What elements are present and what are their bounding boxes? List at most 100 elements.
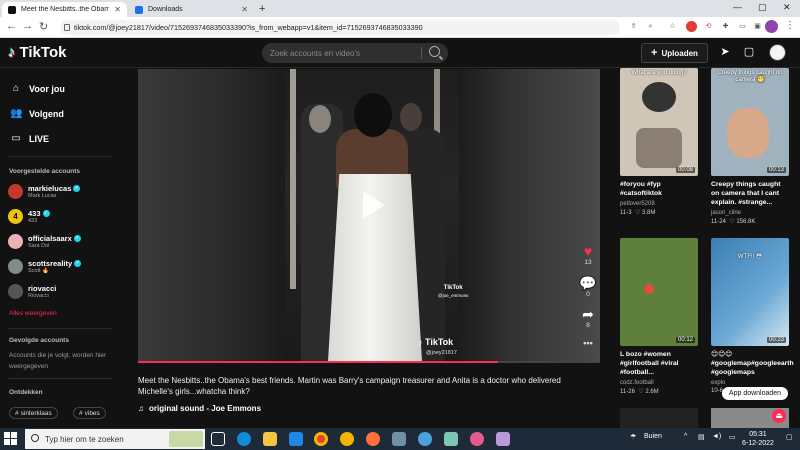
tag-vibes[interactable]: # vibes bbox=[73, 407, 106, 419]
tag-sinterklaas[interactable]: # sinterklaas bbox=[9, 407, 58, 419]
nav-for-you[interactable]: ⌂ Voor jou bbox=[10, 83, 65, 94]
share-arrow-icon: ➦ bbox=[582, 306, 594, 322]
network-icon[interactable]: ▤ bbox=[698, 433, 705, 441]
chrome-icon[interactable] bbox=[314, 432, 328, 446]
app-icon[interactable] bbox=[470, 432, 484, 446]
see-all-link[interactable]: Alles weergeven bbox=[9, 310, 57, 317]
avatar bbox=[8, 284, 23, 299]
search-input[interactable]: Zoek accounts en video's bbox=[262, 43, 448, 63]
file-explorer-icon[interactable] bbox=[263, 432, 277, 446]
upload-button[interactable]: + Uploaden bbox=[641, 43, 708, 63]
weather-label[interactable]: Buien bbox=[644, 433, 662, 440]
comment-button[interactable]: 💬 0 bbox=[578, 275, 598, 298]
account-item[interactable]: scottsreality ✓ Scott 🔥 bbox=[8, 259, 82, 274]
bookmark-star-icon[interactable]: ☆ bbox=[667, 21, 678, 32]
account-item[interactable]: markielucas ✓ Mark Lucas bbox=[8, 184, 81, 199]
split-view-icon[interactable]: ▭ bbox=[737, 21, 748, 32]
mail-icon[interactable] bbox=[289, 432, 303, 446]
app-icon[interactable] bbox=[392, 432, 406, 446]
browser-menu-icon[interactable]: ⋮ bbox=[785, 20, 795, 31]
close-tab-icon[interactable]: ✕ bbox=[114, 5, 121, 14]
share-icon[interactable]: ⇪ bbox=[628, 21, 639, 32]
reload-icon[interactable]: ↻ bbox=[39, 20, 48, 33]
related-video-card[interactable]: Creepy things caught on camera 😬 00:13 C… bbox=[711, 68, 789, 225]
puzzle-icon[interactable]: ✚ bbox=[720, 21, 731, 32]
account-item[interactable]: riovacci Riovacci bbox=[8, 284, 56, 299]
app-icon[interactable] bbox=[444, 432, 458, 446]
account-item[interactable]: 4 433 ✓ 433 bbox=[8, 209, 50, 224]
minimize-button[interactable]: — bbox=[733, 2, 742, 12]
video-blur-left bbox=[138, 69, 288, 361]
video-caption: Meet the Nesbitts..the Obama's best frie… bbox=[138, 376, 561, 396]
followed-accounts-text: Accounts die je volgt, worden hier weerg… bbox=[9, 352, 107, 370]
app-icon[interactable] bbox=[496, 432, 510, 446]
back-icon[interactable]: ← bbox=[6, 20, 17, 32]
app-icon[interactable] bbox=[340, 432, 354, 446]
search-icon bbox=[31, 434, 39, 442]
close-tab-icon[interactable]: ✕ bbox=[241, 5, 248, 14]
tiktok-header: ♪ TikTok Zoek accounts en video's + Uplo… bbox=[0, 38, 800, 68]
video-progress-bar[interactable] bbox=[138, 361, 600, 363]
person-center-head bbox=[354, 93, 392, 137]
browser-tab-strip: Meet the Nesbitts..the Obama's b ✕ Downl… bbox=[0, 0, 800, 17]
forward-icon[interactable]: → bbox=[22, 20, 33, 32]
nav-live[interactable]: ▭ LIVE bbox=[10, 133, 49, 144]
watermark-user: @joey21817 bbox=[426, 350, 457, 356]
related-video-card[interactable]: WTF!! 😳 00:23 😊😊😊 #googlemap#googleearth… bbox=[711, 238, 794, 394]
messages-send-icon[interactable]: ➤ bbox=[718, 45, 732, 59]
account-item[interactable]: officialsaarx ✓ Sara Dol bbox=[8, 234, 81, 249]
like-button[interactable]: ♥ 13 bbox=[578, 243, 598, 266]
door-frame bbox=[290, 69, 296, 289]
share-button[interactable]: ➦ 8 bbox=[578, 306, 598, 329]
sound-link[interactable]: ♫ original sound - Joe Emmons bbox=[138, 404, 261, 413]
browser-tab-downloads[interactable]: Downloads ✕ bbox=[129, 2, 254, 17]
related-video-card[interactable]: 00:12 L bozo #women #girlfootball #viral… bbox=[620, 238, 698, 395]
task-view-icon[interactable] bbox=[211, 432, 225, 446]
verified-icon: ✓ bbox=[73, 235, 81, 242]
more-button[interactable]: ••• bbox=[578, 338, 598, 348]
taskbar-search-input[interactable]: Typ hier om te zoeken bbox=[25, 429, 205, 449]
extension-red-icon[interactable] bbox=[686, 21, 697, 32]
notifications-icon[interactable]: ▢ bbox=[786, 433, 793, 441]
download-app-button[interactable]: App downloaden bbox=[722, 387, 788, 400]
nav-following[interactable]: 👥 Volgend bbox=[10, 108, 64, 119]
related-video-card[interactable]: What are you doing? 00:08 #foryou #fyp #… bbox=[620, 68, 698, 216]
windows-start-icon[interactable] bbox=[4, 432, 18, 446]
tiktok-logo[interactable]: ♪ TikTok bbox=[8, 44, 66, 61]
user-avatar[interactable] bbox=[769, 44, 786, 61]
app-icon[interactable] bbox=[418, 432, 432, 446]
tray-chevron-icon[interactable]: ^ bbox=[684, 433, 687, 440]
clock[interactable]: 05:31 6-12-2022 bbox=[742, 430, 774, 448]
download-icon bbox=[135, 5, 143, 14]
weather-icon[interactable]: ☂ bbox=[630, 433, 636, 441]
extension-icon[interactable]: ⟲ bbox=[703, 21, 714, 32]
hashtag-icon: # bbox=[79, 409, 83, 417]
video-thumbnail: WTF!! 😳 00:23 bbox=[711, 238, 789, 346]
related-video-thumbnail-partial[interactable] bbox=[620, 408, 698, 428]
avatar bbox=[8, 184, 23, 199]
video-player[interactable]: TikTok @joe_emmons ♪ TikTok @joey21817 bbox=[138, 69, 600, 361]
inbox-icon[interactable]: ▢ bbox=[742, 45, 756, 59]
new-tab-button[interactable]: + bbox=[259, 3, 265, 15]
edge-icon[interactable] bbox=[237, 432, 251, 446]
battery-icon[interactable]: ▭ bbox=[729, 433, 736, 441]
address-bar[interactable]: tiktok.com/@joey21817/video/715269374683… bbox=[60, 20, 620, 35]
firefox-icon[interactable] bbox=[366, 432, 380, 446]
tiktok-note-icon: ♪ bbox=[8, 44, 16, 61]
profile-avatar[interactable] bbox=[765, 20, 778, 33]
close-window-button[interactable]: ✕ bbox=[783, 2, 791, 13]
tab-groups-icon[interactable]: ▣ bbox=[752, 21, 763, 32]
avatar bbox=[8, 234, 23, 249]
scroll-top-icon[interactable]: ⏏ bbox=[772, 409, 786, 423]
zoom-icon[interactable]: ⌕ bbox=[645, 21, 656, 32]
browser-tab-tiktok[interactable]: Meet the Nesbitts..the Obama's b ✕ bbox=[2, 2, 127, 17]
heart-icon: ♥ bbox=[583, 243, 593, 259]
tiktok-favicon-icon bbox=[8, 5, 16, 14]
search-icon[interactable] bbox=[429, 46, 440, 57]
home-icon: ⌂ bbox=[12, 83, 20, 94]
volume-icon[interactable]: ◄) bbox=[712, 433, 721, 440]
maximize-button[interactable]: ▢ bbox=[758, 2, 767, 13]
player-shape bbox=[644, 284, 654, 294]
video-thumbnail: What are you doing? 00:08 bbox=[620, 68, 698, 176]
play-icon[interactable] bbox=[363, 191, 385, 219]
